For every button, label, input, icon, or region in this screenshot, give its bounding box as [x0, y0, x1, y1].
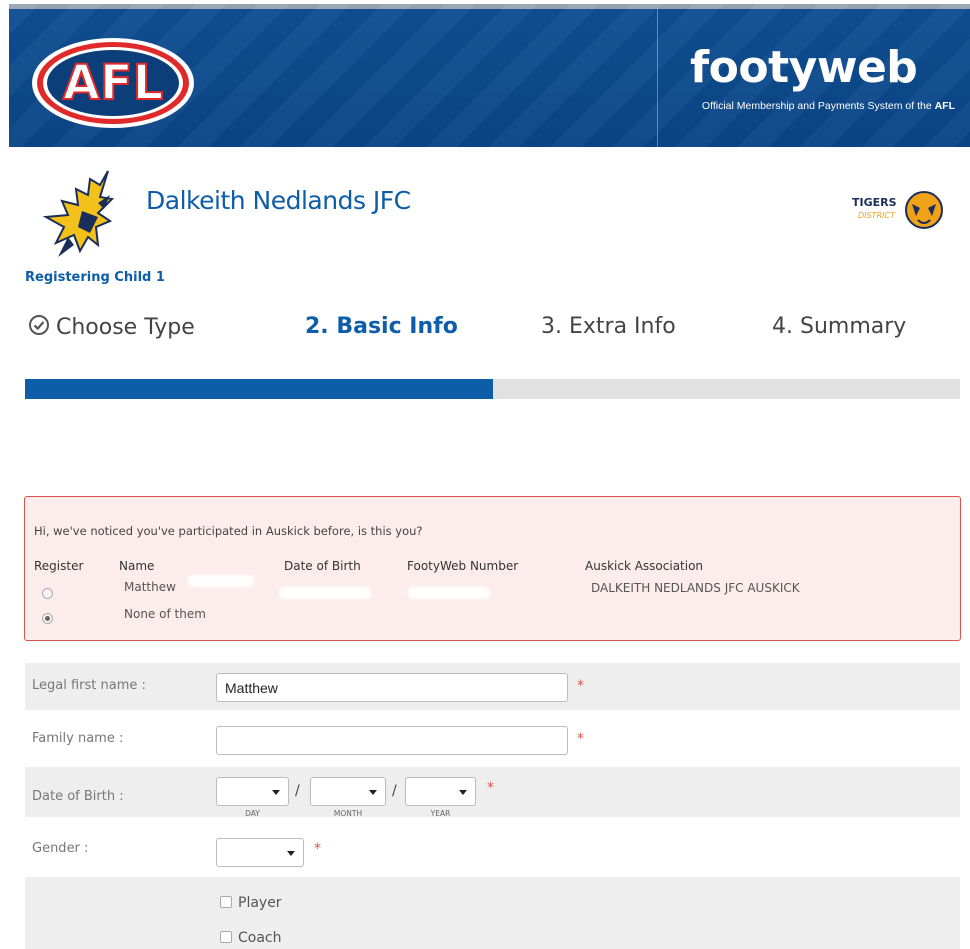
none-of-them-label: None of them [124, 607, 206, 621]
chevron-down-icon [287, 851, 295, 856]
check-circle-icon [29, 315, 49, 335]
dob-month-caption: MONTH [333, 809, 363, 818]
col-header-dob: Date of Birth [284, 559, 361, 573]
progress-bar-fill [25, 379, 493, 399]
dob-day-select[interactable] [216, 777, 289, 806]
afl-logo-icon[interactable]: AFL [30, 36, 196, 130]
progress-bar [25, 379, 960, 399]
step-label: Choose Type [56, 315, 195, 340]
step-summary[interactable]: 4. Summary [772, 314, 906, 339]
auskick-match-notice: Hi, we've noticed you've participated in… [24, 496, 961, 641]
required-marker: * [577, 678, 584, 694]
role-player-checkbox-row[interactable]: Player [220, 895, 282, 911]
footyweb-title: footyweb [690, 42, 918, 93]
afl-logo-text: AFL [63, 55, 164, 111]
tigers-logo-text: TIGERS [852, 196, 897, 209]
dob-separator: / [295, 783, 300, 799]
col-header-register: Register [34, 559, 84, 573]
redacted-surname [188, 575, 254, 587]
col-header-name: Name [119, 559, 155, 573]
step-extra-info[interactable]: 3. Extra Info [541, 314, 676, 339]
family-name-input[interactable] [216, 726, 568, 755]
required-marker: * [314, 841, 321, 857]
dob-day-caption: DAY [245, 809, 260, 818]
col-header-association: Auskick Association [585, 559, 704, 573]
subtitle-bold: AFL [934, 100, 955, 112]
form-row-roles [25, 877, 960, 949]
required-marker: * [487, 780, 494, 796]
dob-year-select[interactable] [405, 777, 476, 806]
register-radio-none[interactable] [42, 613, 53, 624]
club-name: Dalkeith Nedlands JFC [146, 186, 411, 215]
notice-message: Hi, we've noticed you've participated in… [34, 524, 423, 538]
dob-month-select[interactable] [310, 777, 386, 806]
registering-label: Registering Child 1 [25, 270, 165, 285]
banner-divider [657, 9, 658, 147]
match-name: Matthew [124, 580, 176, 594]
chevron-down-icon [369, 790, 377, 795]
form-row-gender: Gender : * [25, 826, 960, 873]
coach-checkbox[interactable] [220, 931, 232, 943]
step-choose-type[interactable]: Choose Type [28, 314, 195, 340]
role-coach-checkbox-row[interactable]: Coach [220, 930, 282, 946]
dob-year-caption: YEAR [430, 809, 451, 818]
player-checkbox-label: Player [238, 895, 282, 911]
club-eagle-logo-icon [42, 170, 115, 257]
gender-label: Gender : [32, 841, 89, 856]
col-header-footyweb-number: FootyWeb Number [407, 559, 519, 573]
gender-select[interactable] [216, 838, 304, 867]
redacted-dob [279, 587, 371, 599]
player-checkbox[interactable] [220, 896, 232, 908]
coach-checkbox-label: Coach [238, 930, 282, 946]
footyweb-subtitle: Official Membership and Payments System … [655, 100, 955, 112]
required-marker: * [577, 731, 584, 747]
dob-label: Date of Birth : [32, 789, 124, 804]
match-association: DALKEITH NEDLANDS JFC AUSKICK [591, 581, 800, 595]
first-name-label: Legal first name : [32, 678, 146, 693]
afl-banner: AFL footyweb Official Membership and Pay… [9, 4, 970, 147]
redacted-footyweb-number [408, 587, 490, 599]
form-row-date-of-birth: Date of Birth : / / * DAY MONTH YEAR [25, 767, 960, 818]
tigers-logo-subtext: DISTRICT [858, 211, 896, 220]
form-row-first-name: Legal first name : * [25, 663, 960, 710]
form-row-family-name: Family name : * [25, 716, 960, 763]
subtitle-text: Official Membership and Payments System … [701, 100, 935, 112]
step-basic-info[interactable]: 2. Basic Info [305, 314, 458, 339]
dob-separator: / [392, 783, 397, 799]
chevron-down-icon [272, 790, 280, 795]
tigers-district-logo-icon: TIGERS DISTRICT [852, 191, 943, 229]
family-name-label: Family name : [32, 731, 124, 746]
chevron-down-icon [459, 790, 467, 795]
register-radio-matthew[interactable] [42, 588, 53, 599]
first-name-input[interactable] [216, 673, 568, 702]
